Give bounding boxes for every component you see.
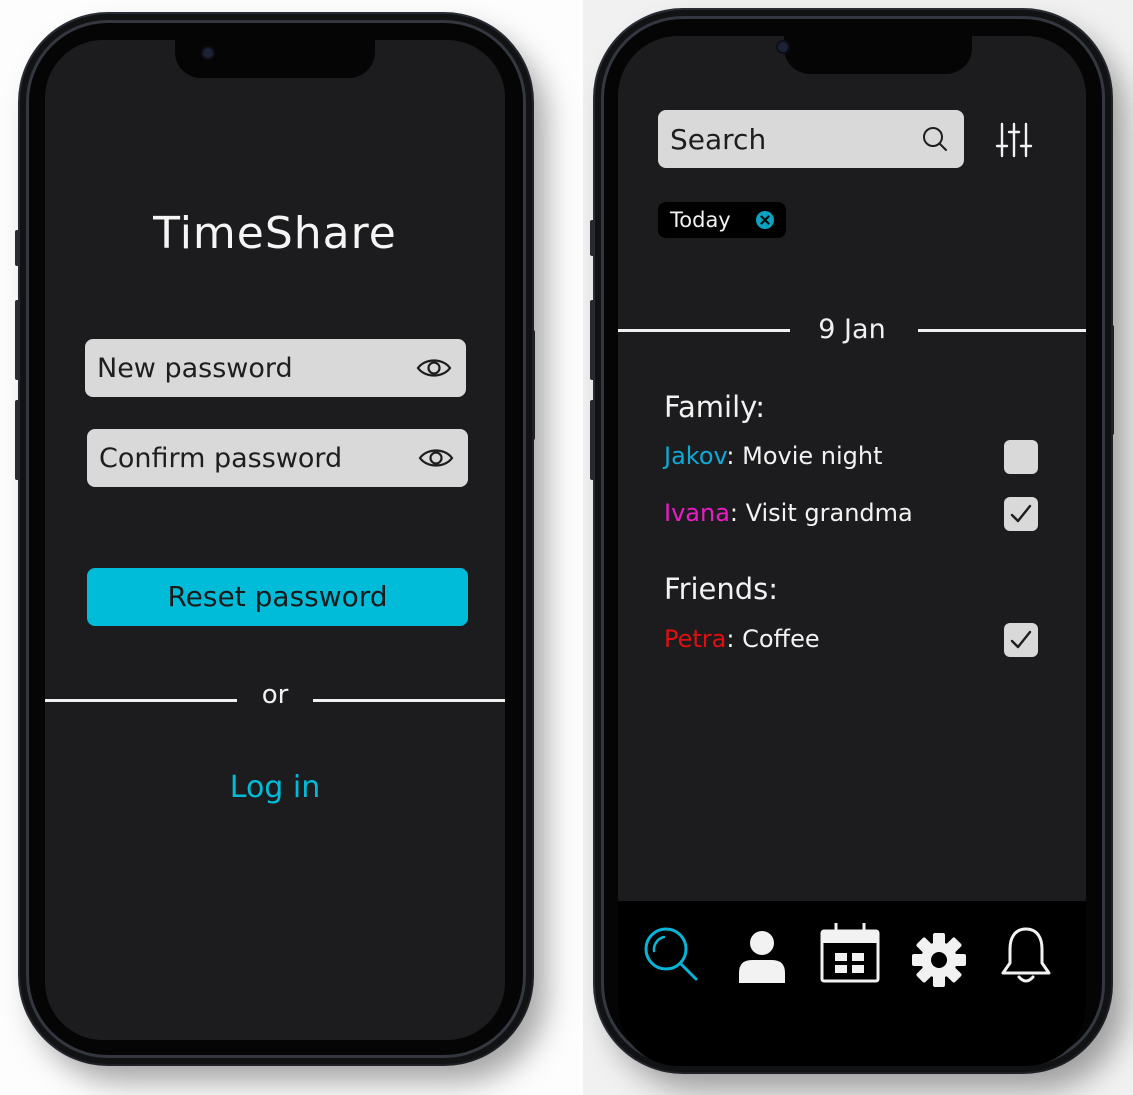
task-text: : Movie night <box>726 442 883 470</box>
checkmark-icon <box>1010 630 1032 649</box>
app-title: TimeShare <box>153 208 397 259</box>
login-link[interactable]: Log in <box>45 770 505 805</box>
gear-icon[interactable] <box>910 931 968 989</box>
close-icon[interactable] <box>755 210 775 230</box>
group-title-family: Family: <box>664 390 765 424</box>
search-input[interactable] <box>658 110 920 168</box>
date-header: 9 Jan <box>818 314 886 345</box>
task-checkbox-checked[interactable] <box>1004 497 1038 531</box>
list-item: Jakov: Movie night <box>664 442 883 470</box>
task-text: : Visit grandma <box>729 499 913 527</box>
list-item: Ivana: Visit grandma <box>664 499 913 527</box>
notch <box>784 36 972 74</box>
notch <box>175 40 375 78</box>
front-camera <box>203 48 213 58</box>
new-password-field[interactable] <box>85 339 466 397</box>
calendar-icon[interactable] <box>819 921 881 985</box>
search-icon[interactable] <box>642 925 702 985</box>
list-item: Petra: Coffee <box>664 625 820 653</box>
bottom-nav-bar <box>618 901 1086 1066</box>
task-checkbox-checked[interactable] <box>1004 623 1038 657</box>
or-divider-text: or <box>261 680 289 710</box>
task-checkbox-unchecked[interactable] <box>1004 440 1038 474</box>
new-password-input[interactable] <box>85 339 407 397</box>
filter-chip-label: Today <box>670 208 731 232</box>
search-icon[interactable] <box>920 124 950 154</box>
filter-sliders-icon[interactable] <box>994 120 1034 160</box>
reset-password-screen: TimeShare Reset password or Log in <box>45 40 505 1040</box>
front-camera <box>778 42 788 52</box>
person-name: Ivana <box>664 499 730 527</box>
user-icon[interactable] <box>736 929 788 985</box>
reset-password-button[interactable]: Reset password <box>87 568 468 626</box>
eye-icon[interactable] <box>416 355 452 381</box>
filter-chip-today[interactable]: Today <box>658 202 786 238</box>
bell-icon[interactable] <box>998 925 1054 987</box>
calendar-screen: Today 9 Jan Family: Jakov: Movie night I… <box>618 36 1086 1066</box>
group-title-friends: Friends: <box>664 572 779 606</box>
confirm-password-input[interactable] <box>87 429 409 487</box>
person-name: Jakov <box>664 442 727 470</box>
eye-icon[interactable] <box>418 445 454 471</box>
task-text: : Coffee <box>726 625 820 653</box>
checkmark-icon <box>1010 504 1032 523</box>
person-name: Petra <box>664 625 727 653</box>
search-field[interactable] <box>658 110 964 168</box>
confirm-password-field[interactable] <box>87 429 468 487</box>
